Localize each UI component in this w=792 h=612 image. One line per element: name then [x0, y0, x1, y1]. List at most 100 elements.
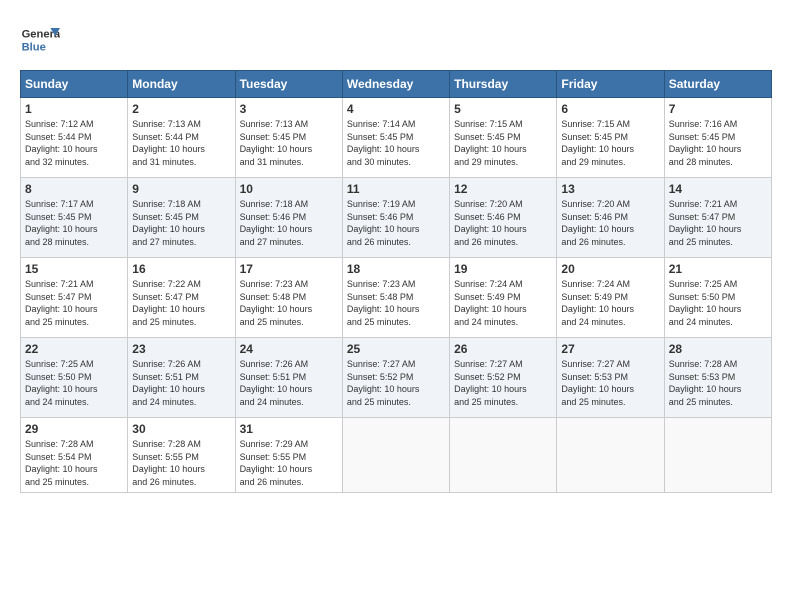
day-number: 20: [561, 262, 659, 276]
day-number: 31: [240, 422, 338, 436]
day-number: 4: [347, 102, 445, 116]
day-number: 23: [132, 342, 230, 356]
calendar-cell: 25Sunrise: 7:27 AM Sunset: 5:52 PM Dayli…: [342, 338, 449, 418]
day-info: Sunrise: 7:17 AM Sunset: 5:45 PM Dayligh…: [25, 198, 123, 248]
day-number: 25: [347, 342, 445, 356]
calendar-cell: 10 Sunrise: 7:18 AM Sunset: 5:46 PM Dayli…: [235, 178, 342, 258]
calendar-cell: 23 Sunrise: 7:26 AM Sunset: 5:51 PM Dayli…: [128, 338, 235, 418]
calendar-cell: 27 Sunrise: 7:27 AM Sunset: 5:53 PM Dayli…: [557, 338, 664, 418]
calendar-cell: 15Sunrise: 7:21 AM Sunset: 5:47 PM Dayli…: [21, 258, 128, 338]
day-number: 24: [240, 342, 338, 356]
calendar-cell: 12 Sunrise: 7:20 AM Sunset: 5:46 PM Dayli…: [450, 178, 557, 258]
day-info: Sunrise: 7:23 AM Sunset: 5:48 PM Dayligh…: [347, 278, 445, 328]
weekday-header-row: SundayMondayTuesdayWednesdayThursdayFrid…: [21, 71, 772, 98]
calendar: SundayMondayTuesdayWednesdayThursdayFrid…: [20, 70, 772, 493]
day-info: Sunrise: 7:19 AM Sunset: 5:46 PM Dayligh…: [347, 198, 445, 248]
calendar-cell: [557, 418, 664, 493]
day-info: Sunrise: 7:26 AM Sunset: 5:51 PM Dayligh…: [132, 358, 230, 408]
day-number: 30: [132, 422, 230, 436]
day-number: 1: [25, 102, 123, 116]
day-number: 5: [454, 102, 552, 116]
day-info: Sunrise: 7:12 AM Sunset: 5:44 PM Dayligh…: [25, 118, 123, 168]
weekday-tuesday: Tuesday: [235, 71, 342, 98]
day-info: Sunrise: 7:24 AM Sunset: 5:49 PM Dayligh…: [454, 278, 552, 328]
logo-icon: General Blue: [20, 20, 60, 60]
calendar-cell: 6 Sunrise: 7:15 AM Sunset: 5:45 PM Daylig…: [557, 98, 664, 178]
day-number: 7: [669, 102, 767, 116]
day-info: Sunrise: 7:15 AM Sunset: 5:45 PM Dayligh…: [454, 118, 552, 168]
day-info: Sunrise: 7:18 AM Sunset: 5:45 PM Dayligh…: [132, 198, 230, 248]
day-info: Sunrise: 7:21 AM Sunset: 5:47 PM Dayligh…: [25, 278, 123, 328]
day-info: Sunrise: 7:20 AM Sunset: 5:46 PM Dayligh…: [454, 198, 552, 248]
weekday-sunday: Sunday: [21, 71, 128, 98]
weekday-saturday: Saturday: [664, 71, 771, 98]
day-number: 8: [25, 182, 123, 196]
calendar-cell: 29 Sunrise: 7:28 AM Sunset: 5:54 PM Dayli…: [21, 418, 128, 493]
weekday-wednesday: Wednesday: [342, 71, 449, 98]
calendar-cell: 13 Sunrise: 7:20 AM Sunset: 5:46 PM Dayli…: [557, 178, 664, 258]
calendar-cell: [450, 418, 557, 493]
day-info: Sunrise: 7:25 AM Sunset: 5:50 PM Dayligh…: [669, 278, 767, 328]
calendar-cell: 30 Sunrise: 7:28 AM Sunset: 5:55 PM Dayli…: [128, 418, 235, 493]
day-number: 6: [561, 102, 659, 116]
calendar-cell: 5 Sunrise: 7:15 AM Sunset: 5:45 PM Daylig…: [450, 98, 557, 178]
calendar-cell: 16 Sunrise: 7:22 AM Sunset: 5:47 PM Dayli…: [128, 258, 235, 338]
day-number: 12: [454, 182, 552, 196]
calendar-cell: 11Sunrise: 7:19 AM Sunset: 5:46 PM Dayli…: [342, 178, 449, 258]
calendar-cell: [664, 418, 771, 493]
day-number: 16: [132, 262, 230, 276]
day-number: 22: [25, 342, 123, 356]
calendar-cell: 7 Sunrise: 7:16 AM Sunset: 5:45 PM Daylig…: [664, 98, 771, 178]
day-number: 9: [132, 182, 230, 196]
day-number: 21: [669, 262, 767, 276]
day-info: Sunrise: 7:21 AM Sunset: 5:47 PM Dayligh…: [669, 198, 767, 248]
day-number: 29: [25, 422, 123, 436]
day-info: Sunrise: 7:24 AM Sunset: 5:49 PM Dayligh…: [561, 278, 659, 328]
calendar-cell: 9 Sunrise: 7:18 AM Sunset: 5:45 PM Daylig…: [128, 178, 235, 258]
weekday-friday: Friday: [557, 71, 664, 98]
weekday-thursday: Thursday: [450, 71, 557, 98]
calendar-cell: 19 Sunrise: 7:24 AM Sunset: 5:49 PM Dayli…: [450, 258, 557, 338]
calendar-cell: 20 Sunrise: 7:24 AM Sunset: 5:49 PM Dayli…: [557, 258, 664, 338]
calendar-cell: 4 Sunrise: 7:14 AM Sunset: 5:45 PM Daylig…: [342, 98, 449, 178]
day-number: 13: [561, 182, 659, 196]
day-info: Sunrise: 7:28 AM Sunset: 5:55 PM Dayligh…: [132, 438, 230, 488]
day-info: Sunrise: 7:29 AM Sunset: 5:55 PM Dayligh…: [240, 438, 338, 488]
day-info: Sunrise: 7:22 AM Sunset: 5:47 PM Dayligh…: [132, 278, 230, 328]
calendar-cell: 21 Sunrise: 7:25 AM Sunset: 5:50 PM Dayli…: [664, 258, 771, 338]
day-number: 14: [669, 182, 767, 196]
day-info: Sunrise: 7:16 AM Sunset: 5:45 PM Dayligh…: [669, 118, 767, 168]
calendar-cell: [342, 418, 449, 493]
day-info: Sunrise: 7:13 AM Sunset: 5:45 PM Dayligh…: [240, 118, 338, 168]
calendar-cell: 24 Sunrise: 7:26 AM Sunset: 5:51 PM Dayli…: [235, 338, 342, 418]
day-info: Sunrise: 7:14 AM Sunset: 5:45 PM Dayligh…: [347, 118, 445, 168]
calendar-cell: 17Sunrise: 7:23 AM Sunset: 5:48 PM Dayli…: [235, 258, 342, 338]
calendar-cell: 28 Sunrise: 7:28 AM Sunset: 5:53 PM Dayli…: [664, 338, 771, 418]
day-info: Sunrise: 7:20 AM Sunset: 5:46 PM Dayligh…: [561, 198, 659, 248]
svg-text:Blue: Blue: [22, 41, 46, 53]
calendar-cell: 31 Sunrise: 7:29 AM Sunset: 5:55 PM Dayli…: [235, 418, 342, 493]
day-number: 3: [240, 102, 338, 116]
day-number: 28: [669, 342, 767, 356]
calendar-cell: 14 Sunrise: 7:21 AM Sunset: 5:47 PM Dayli…: [664, 178, 771, 258]
day-info: Sunrise: 7:18 AM Sunset: 5:46 PM Dayligh…: [240, 198, 338, 248]
day-info: Sunrise: 7:26 AM Sunset: 5:51 PM Dayligh…: [240, 358, 338, 408]
calendar-cell: 8 Sunrise: 7:17 AM Sunset: 5:45 PM Daylig…: [21, 178, 128, 258]
weekday-monday: Monday: [128, 71, 235, 98]
calendar-cell: 18Sunrise: 7:23 AM Sunset: 5:48 PM Dayli…: [342, 258, 449, 338]
calendar-cell: 22 Sunrise: 7:25 AM Sunset: 5:50 PM Dayli…: [21, 338, 128, 418]
day-info: Sunrise: 7:28 AM Sunset: 5:54 PM Dayligh…: [25, 438, 123, 488]
calendar-cell: 2Sunrise: 7:13 AM Sunset: 5:44 PM Daylig…: [128, 98, 235, 178]
day-number: 27: [561, 342, 659, 356]
day-info: Sunrise: 7:23 AM Sunset: 5:48 PM Dayligh…: [240, 278, 338, 328]
logo: General Blue: [20, 20, 65, 60]
day-number: 10: [240, 182, 338, 196]
day-number: 2: [132, 102, 230, 116]
day-info: Sunrise: 7:27 AM Sunset: 5:53 PM Dayligh…: [561, 358, 659, 408]
day-info: Sunrise: 7:25 AM Sunset: 5:50 PM Dayligh…: [25, 358, 123, 408]
day-info: Sunrise: 7:27 AM Sunset: 5:52 PM Dayligh…: [454, 358, 552, 408]
day-number: 19: [454, 262, 552, 276]
day-info: Sunrise: 7:15 AM Sunset: 5:45 PM Dayligh…: [561, 118, 659, 168]
header: General Blue: [20, 20, 772, 60]
day-info: Sunrise: 7:28 AM Sunset: 5:53 PM Dayligh…: [669, 358, 767, 408]
